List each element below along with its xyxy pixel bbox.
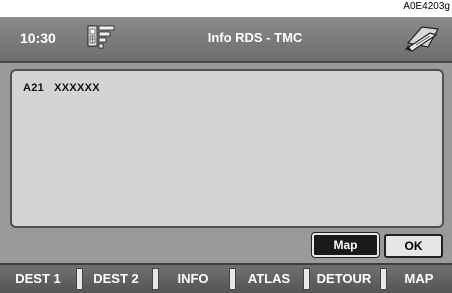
menu-dest1[interactable]: DEST 1 [2,271,74,286]
menu-detour[interactable]: DETOUR [311,271,377,286]
bottom-menu-bar: DEST 1 DEST 2 INFO ATLAS DETOUR MAP [0,263,452,293]
traffic-message: A21 XXXXXX [23,82,100,94]
menu-separator [303,268,310,290]
menu-dest2[interactable]: DEST 2 [84,271,148,286]
phone-signal-icon [87,25,115,49]
navigation-screen: 10:30 Info RDS - TMC A21 XXXXXX Map OK DE… [0,17,452,293]
map-button[interactable]: Map [312,233,379,257]
road-code: A21 [23,82,45,94]
menu-separator [380,268,387,290]
write-pen-icon[interactable] [402,23,442,53]
message-panel: A21 XXXXXX [10,69,444,228]
menu-info[interactable]: INFO [160,271,226,286]
screen-title: Info RDS - TMC [207,30,303,45]
ok-button[interactable]: OK [384,234,443,258]
menu-map[interactable]: MAP [388,271,450,286]
menu-separator [152,268,159,290]
figure-reference-code: A0E4203g [403,1,450,12]
menu-separator [76,268,83,290]
clock: 10:30 [20,30,56,46]
message-text: XXXXXX [54,82,100,94]
menu-atlas[interactable]: ATLAS [237,271,301,286]
title-bar: 10:30 Info RDS - TMC [0,17,452,63]
menu-separator [229,268,236,290]
